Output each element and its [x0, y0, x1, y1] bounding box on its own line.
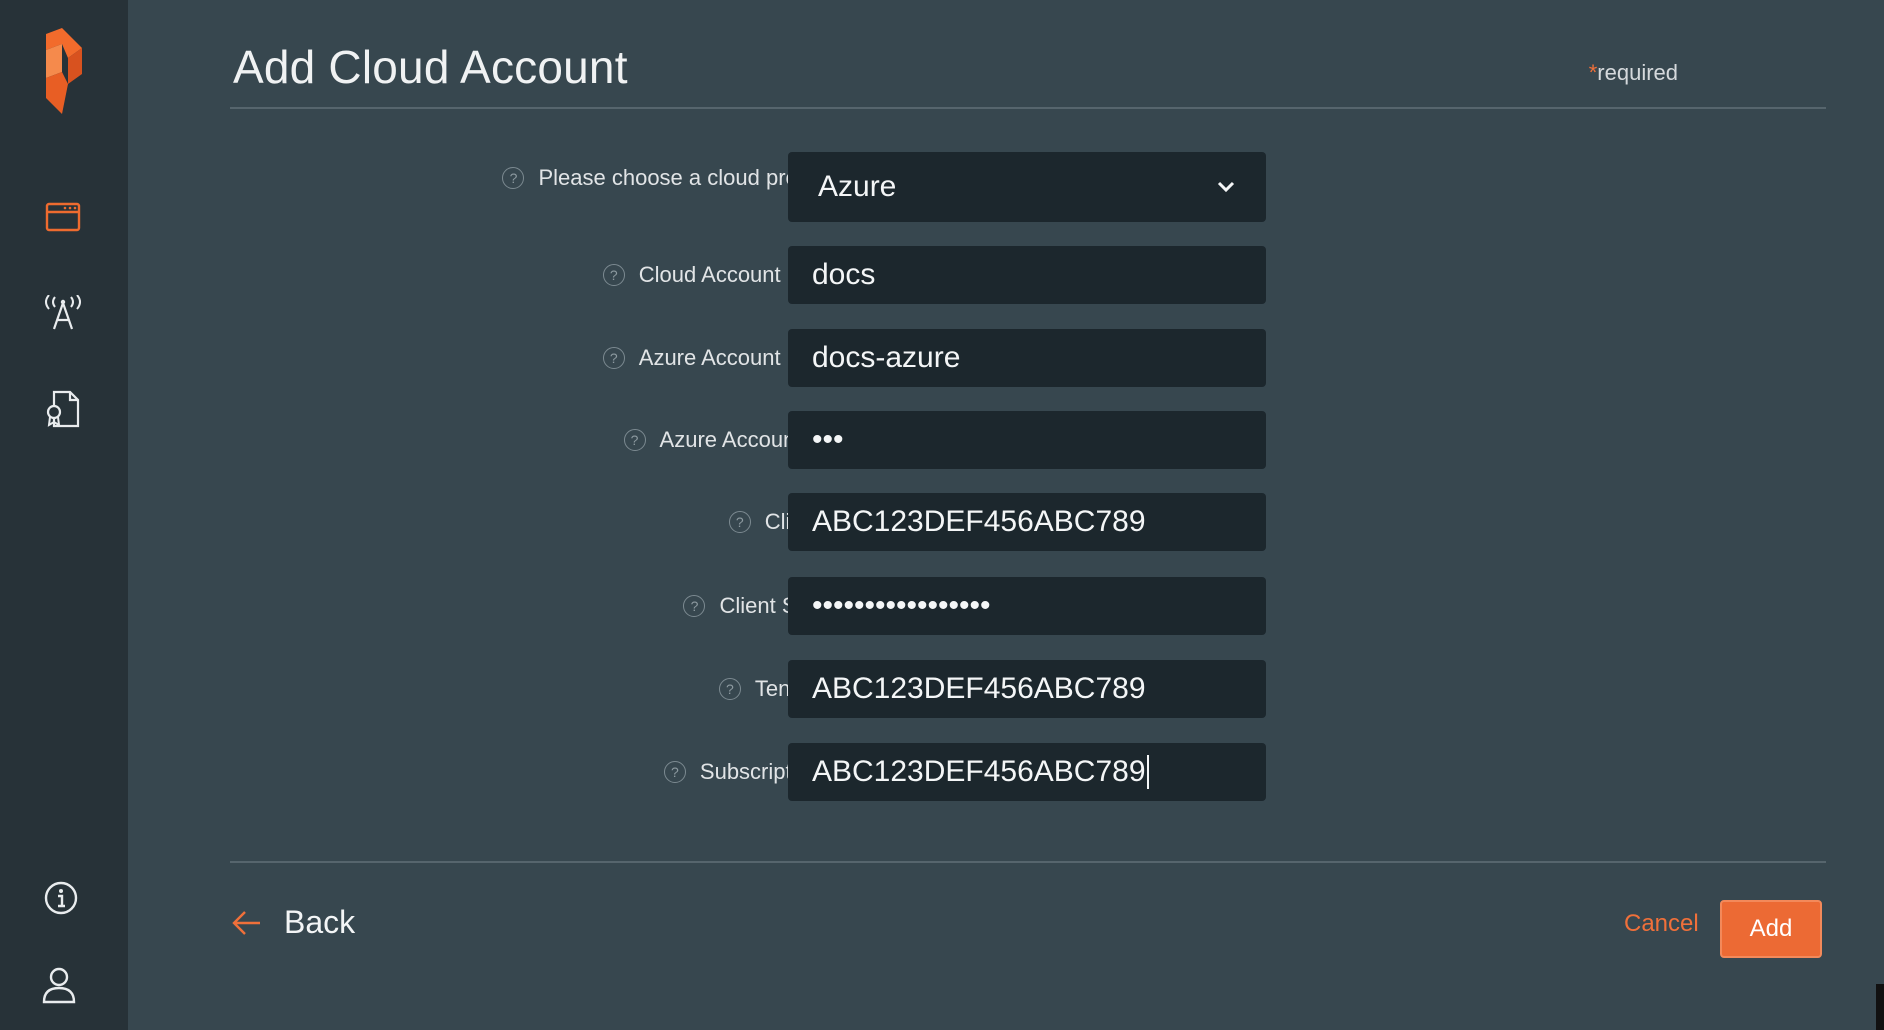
chevron-down-icon — [1217, 181, 1235, 193]
client-secret-row: ? Client Secret * ••••••••••••••••• — [128, 577, 1884, 635]
subscription-id-input[interactable]: ABC123DEF456ABC789 — [788, 743, 1266, 801]
cloud-account-name-input[interactable]: docs — [788, 246, 1266, 304]
azure-account-name-input[interactable]: docs-azure — [788, 329, 1266, 387]
sidebar — [0, 0, 128, 1030]
add-button[interactable]: Add — [1720, 900, 1822, 958]
arrow-left-icon — [232, 910, 260, 935]
certificate-icon[interactable] — [40, 386, 86, 432]
client-id-input[interactable]: ABC123DEF456ABC789 — [788, 493, 1266, 551]
portworx-logo-icon[interactable] — [38, 28, 88, 114]
help-icon[interactable]: ? — [602, 347, 625, 369]
subscription-id-row: ? Subscription Id * ABC123DEF456ABC789 — [128, 743, 1884, 801]
cloud-account-name-row: ? Cloud Account Name * docs — [128, 246, 1884, 304]
tenant-id-input[interactable]: ABC123DEF456ABC789 — [788, 660, 1266, 718]
back-button[interactable]: Back — [232, 904, 355, 941]
help-icon[interactable]: ? — [718, 678, 741, 700]
header-divider — [230, 107, 1826, 109]
tenant-id-row: ? Tenant Id * ABC123DEF456ABC789 — [128, 660, 1884, 718]
client-secret-input[interactable]: ••••••••••••••••• — [788, 577, 1266, 635]
cloud-provider-select[interactable]: Azure — [788, 152, 1266, 222]
help-icon[interactable]: ? — [502, 167, 525, 189]
azure-account-key-row: ? Azure Account Key * ••• — [128, 411, 1884, 469]
help-icon[interactable]: ? — [683, 595, 706, 617]
azure-account-key-input[interactable]: ••• — [788, 411, 1266, 469]
help-icon[interactable]: ? — [623, 429, 646, 451]
client-id-row: ? Client Id * ABC123DEF456ABC789 — [128, 493, 1884, 551]
window-icon[interactable] — [40, 194, 86, 240]
page-title: Add Cloud Account — [233, 41, 628, 93]
azure-account-name-row: ? Azure Account Name * docs-azure — [128, 329, 1884, 387]
help-icon[interactable]: ? — [602, 264, 625, 286]
cancel-button[interactable]: Cancel — [1624, 910, 1699, 938]
text-cursor — [1146, 755, 1149, 789]
help-icon[interactable]: ? — [728, 511, 751, 533]
main-content: Add Cloud Account *required ? Please cho… — [128, 0, 1884, 1030]
help-icon[interactable]: ? — [663, 761, 686, 783]
required-note: *required — [1588, 60, 1678, 85]
antenna-icon[interactable] — [40, 290, 86, 336]
footer-divider — [230, 861, 1826, 863]
info-icon[interactable] — [38, 875, 84, 921]
window-edge — [1876, 984, 1884, 1030]
provider-row: ? Please choose a cloud provider * Azure — [128, 152, 1884, 222]
user-icon[interactable] — [36, 962, 82, 1008]
